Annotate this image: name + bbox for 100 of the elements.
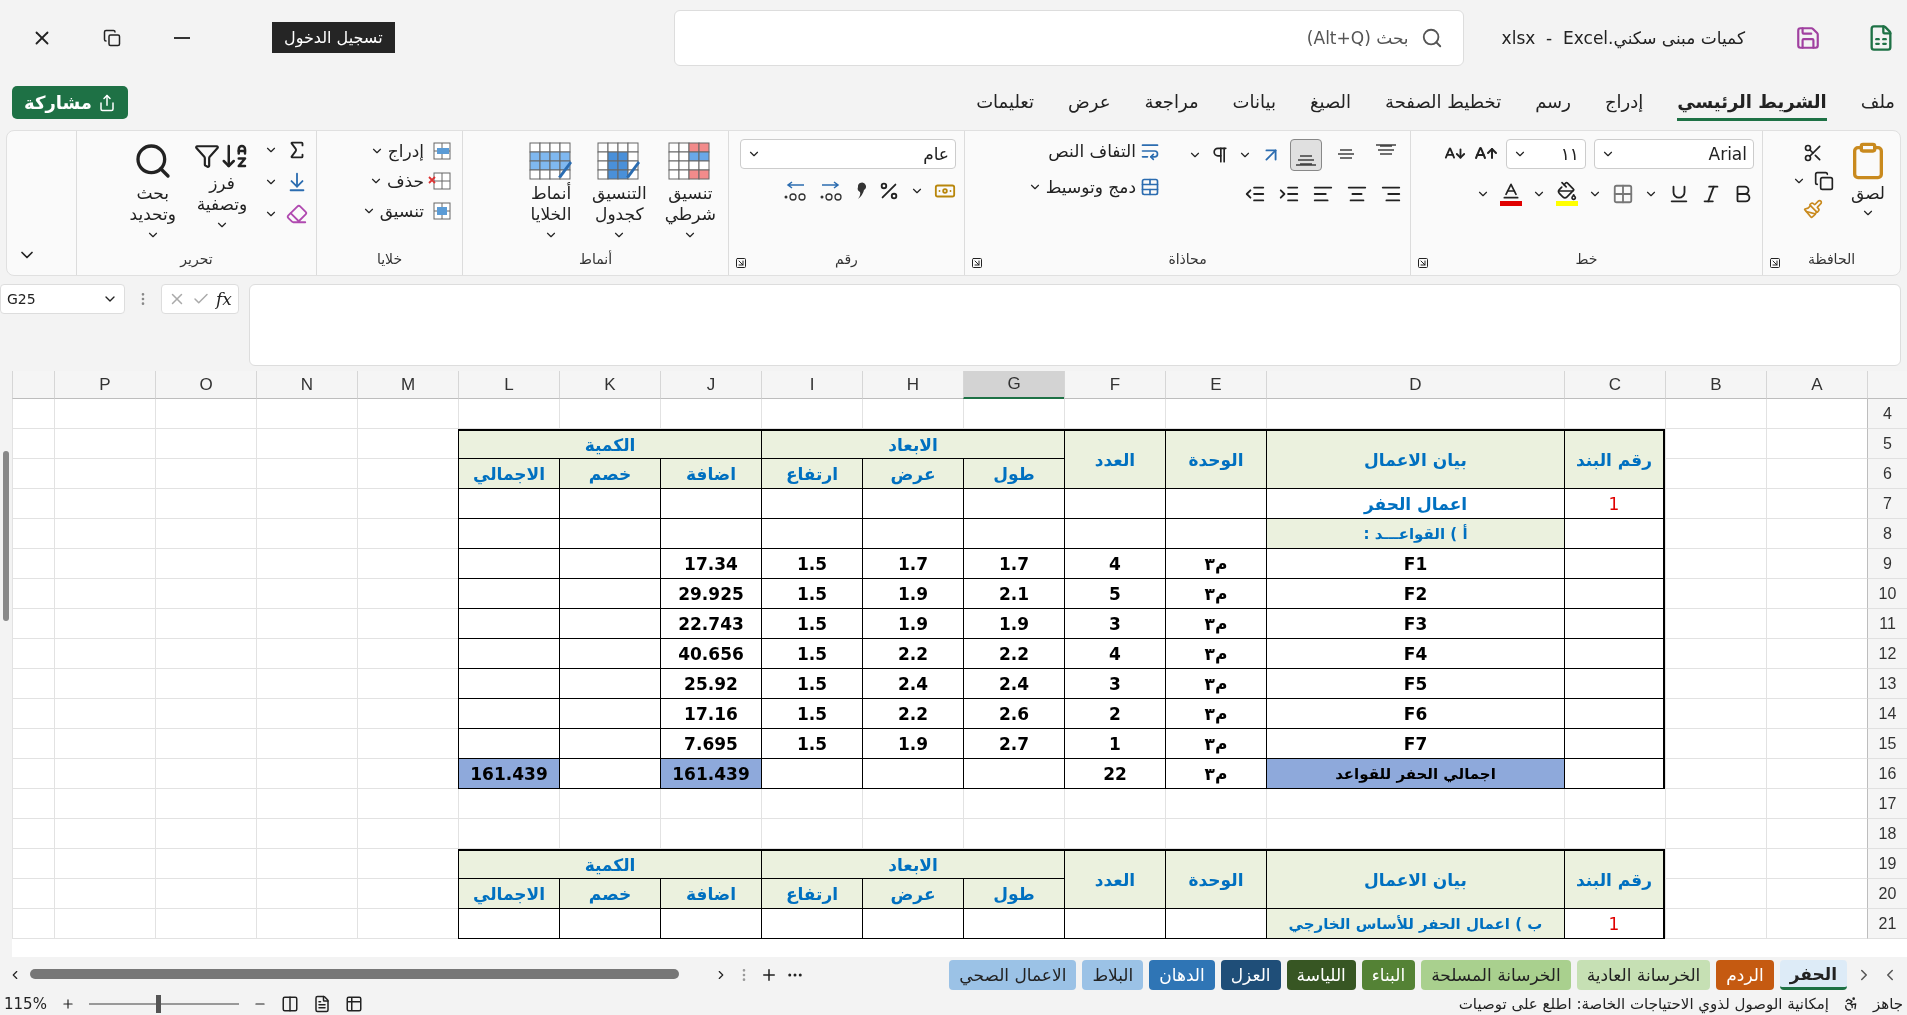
dialog-launcher-icon[interactable] — [1769, 257, 1781, 269]
sheet-tab[interactable]: البناء — [1361, 960, 1416, 990]
dialog-launcher-icon[interactable] — [735, 257, 747, 269]
column-header[interactable]: O — [155, 371, 256, 399]
table-cell: ب ) اعمال الحفر للأساس الخارجي — [1266, 909, 1564, 939]
sheet-tab[interactable]: الدهان — [1149, 960, 1215, 990]
ribbon-tab[interactable]: بيانات — [1232, 84, 1276, 121]
ribbon-tab[interactable]: الشريط الرئيسي — [1677, 84, 1827, 121]
slider-thumb[interactable] — [155, 995, 161, 1013]
ribbon-tab[interactable]: ملف — [1860, 84, 1895, 121]
column-header[interactable]: A — [1766, 371, 1867, 399]
font-size-field[interactable]: ١١ — [1506, 139, 1586, 169]
accessibility-status[interactable]: إمكانية الوصول لذوي الاحتياجات الخاصة: اطلع على توصيات — [1458, 995, 1829, 1013]
wrap-text-button[interactable]: التفاف النص — [1046, 139, 1162, 163]
borders-icon[interactable] — [1612, 182, 1634, 205]
table-cell: 4 — [1064, 549, 1165, 579]
sheet-tab[interactable]: الخرسانة المسلحة — [1421, 960, 1571, 990]
column-header[interactable]: J — [660, 371, 761, 399]
formula-input[interactable] — [248, 284, 1901, 366]
column-header[interactable]: B — [1665, 371, 1766, 399]
column-heading: رقم البند — [1564, 429, 1665, 489]
column-header[interactable]: I — [761, 371, 862, 399]
styles-button[interactable]: التنسيق كجدول — [588, 139, 651, 244]
format-painter-icon[interactable] — [1803, 199, 1823, 219]
sheet-tab[interactable]: البلاط — [1082, 960, 1144, 990]
eraser-icon[interactable] — [286, 203, 308, 225]
table-cell: 40.656 — [660, 639, 761, 669]
normal-view-icon[interactable] — [344, 995, 363, 1013]
column-header[interactable]: L — [458, 371, 559, 399]
cells-button[interactable]: إدراج — [367, 139, 454, 163]
row-number: 14 — [1867, 699, 1907, 729]
table-cell: 1.5 — [761, 699, 862, 729]
cells-button[interactable]: تنسيق — [359, 199, 454, 223]
item-number: 1 — [1564, 909, 1665, 939]
sheet-tab[interactable]: العزل — [1220, 960, 1281, 990]
column-header[interactable]: N — [256, 371, 357, 399]
search-field[interactable]: بحث (Alt+Q) — [673, 9, 1464, 66]
column-heading: طول — [963, 879, 1064, 909]
page-break-view-icon[interactable] — [280, 995, 299, 1013]
sheet-tab[interactable]: الحفر — [1779, 960, 1847, 990]
number-format-field[interactable]: عام — [740, 139, 956, 169]
sheet-tab[interactable]: الاعمال الصحي — [949, 960, 1077, 990]
styles-button[interactable]: أنماط الخلايا — [524, 139, 579, 244]
sign-in-button[interactable]: تسجيل الدخول — [272, 22, 395, 53]
decrease-decimal-icon[interactable] — [782, 179, 808, 203]
ribbon-tab[interactable]: رسم — [1535, 84, 1571, 121]
text-direction-icon[interactable] — [1210, 145, 1230, 165]
zoom-level: 115% — [4, 995, 47, 1013]
cells-button[interactable]: حذف — [366, 169, 454, 193]
ribbon-tab[interactable]: تعليمات — [976, 84, 1035, 121]
percent-icon[interactable] — [878, 180, 900, 202]
column-header[interactable]: G — [963, 371, 1064, 399]
sort-filter-button[interactable]: فرز وتصفية — [190, 139, 254, 234]
share-icon — [97, 93, 116, 112]
column-header[interactable]: H — [862, 371, 963, 399]
ribbon-tab[interactable]: الصيغ — [1309, 84, 1352, 121]
column-header[interactable]: P — [54, 371, 155, 399]
column-header[interactable]: C — [1564, 371, 1665, 399]
table-cell: 2.7 — [963, 729, 1064, 759]
table-cell: 1.5 — [761, 639, 862, 669]
sheet-tab[interactable]: الردم — [1716, 960, 1774, 990]
copy-icon[interactable] — [1814, 171, 1834, 191]
add-sheet-icon[interactable] — [760, 966, 778, 984]
find-select-button[interactable]: بحث وتحديد — [125, 139, 180, 244]
sheet-tab[interactable]: اللياسة — [1286, 960, 1356, 990]
column-header[interactable]: K — [559, 371, 660, 399]
table-cell: 1.7 — [963, 549, 1064, 579]
column-heading: طول — [963, 459, 1064, 489]
column-heading: بيان الاعمال — [1266, 849, 1564, 909]
ribbon-tab[interactable]: تخطيط الصفحة — [1385, 84, 1502, 121]
table-cell: م٣ — [1165, 729, 1266, 759]
sheet-tab[interactable]: الخرسانة العادية — [1576, 960, 1711, 990]
table-cell: 25.92 — [660, 669, 761, 699]
dialog-launcher-icon[interactable] — [971, 257, 983, 269]
increase-decimal-icon[interactable] — [818, 179, 844, 203]
insert-function-button[interactable]: fx — [216, 289, 232, 309]
item-number: 1 — [1564, 489, 1665, 519]
search-icon — [1420, 26, 1443, 49]
styles-button[interactable]: تنسيق شرطي — [660, 139, 720, 244]
save-icon[interactable] — [1795, 24, 1821, 51]
merge-center-button[interactable]: دمج وتوسيط — [1025, 175, 1162, 199]
column-header[interactable]: F — [1064, 371, 1165, 399]
page-layout-view-icon[interactable] — [312, 995, 331, 1013]
font-color-icon[interactable] — [1500, 181, 1522, 206]
column-header[interactable]: E — [1165, 371, 1266, 399]
paste-button[interactable]: لصق — [1844, 139, 1892, 223]
font-name-field[interactable]: Arial — [1594, 139, 1754, 169]
column-header[interactable]: D — [1266, 371, 1564, 399]
ribbon-tab[interactable]: مراجعة — [1144, 84, 1199, 121]
table-cell: F6 — [1266, 699, 1564, 729]
dialog-launcher-icon[interactable] — [1417, 257, 1429, 269]
name-box[interactable]: G25 — [0, 284, 125, 314]
merge-cells-icon — [1140, 177, 1160, 197]
zoom-in-icon[interactable] — [60, 997, 75, 1011]
fill-color-icon[interactable] — [1556, 181, 1578, 206]
ribbon-tab[interactable]: إدراج — [1604, 84, 1644, 121]
column-header[interactable]: M — [357, 371, 458, 399]
cut-icon[interactable] — [1803, 143, 1823, 163]
share-button[interactable]: مشاركة — [12, 86, 128, 119]
ribbon-tab[interactable]: عرض — [1068, 84, 1111, 121]
